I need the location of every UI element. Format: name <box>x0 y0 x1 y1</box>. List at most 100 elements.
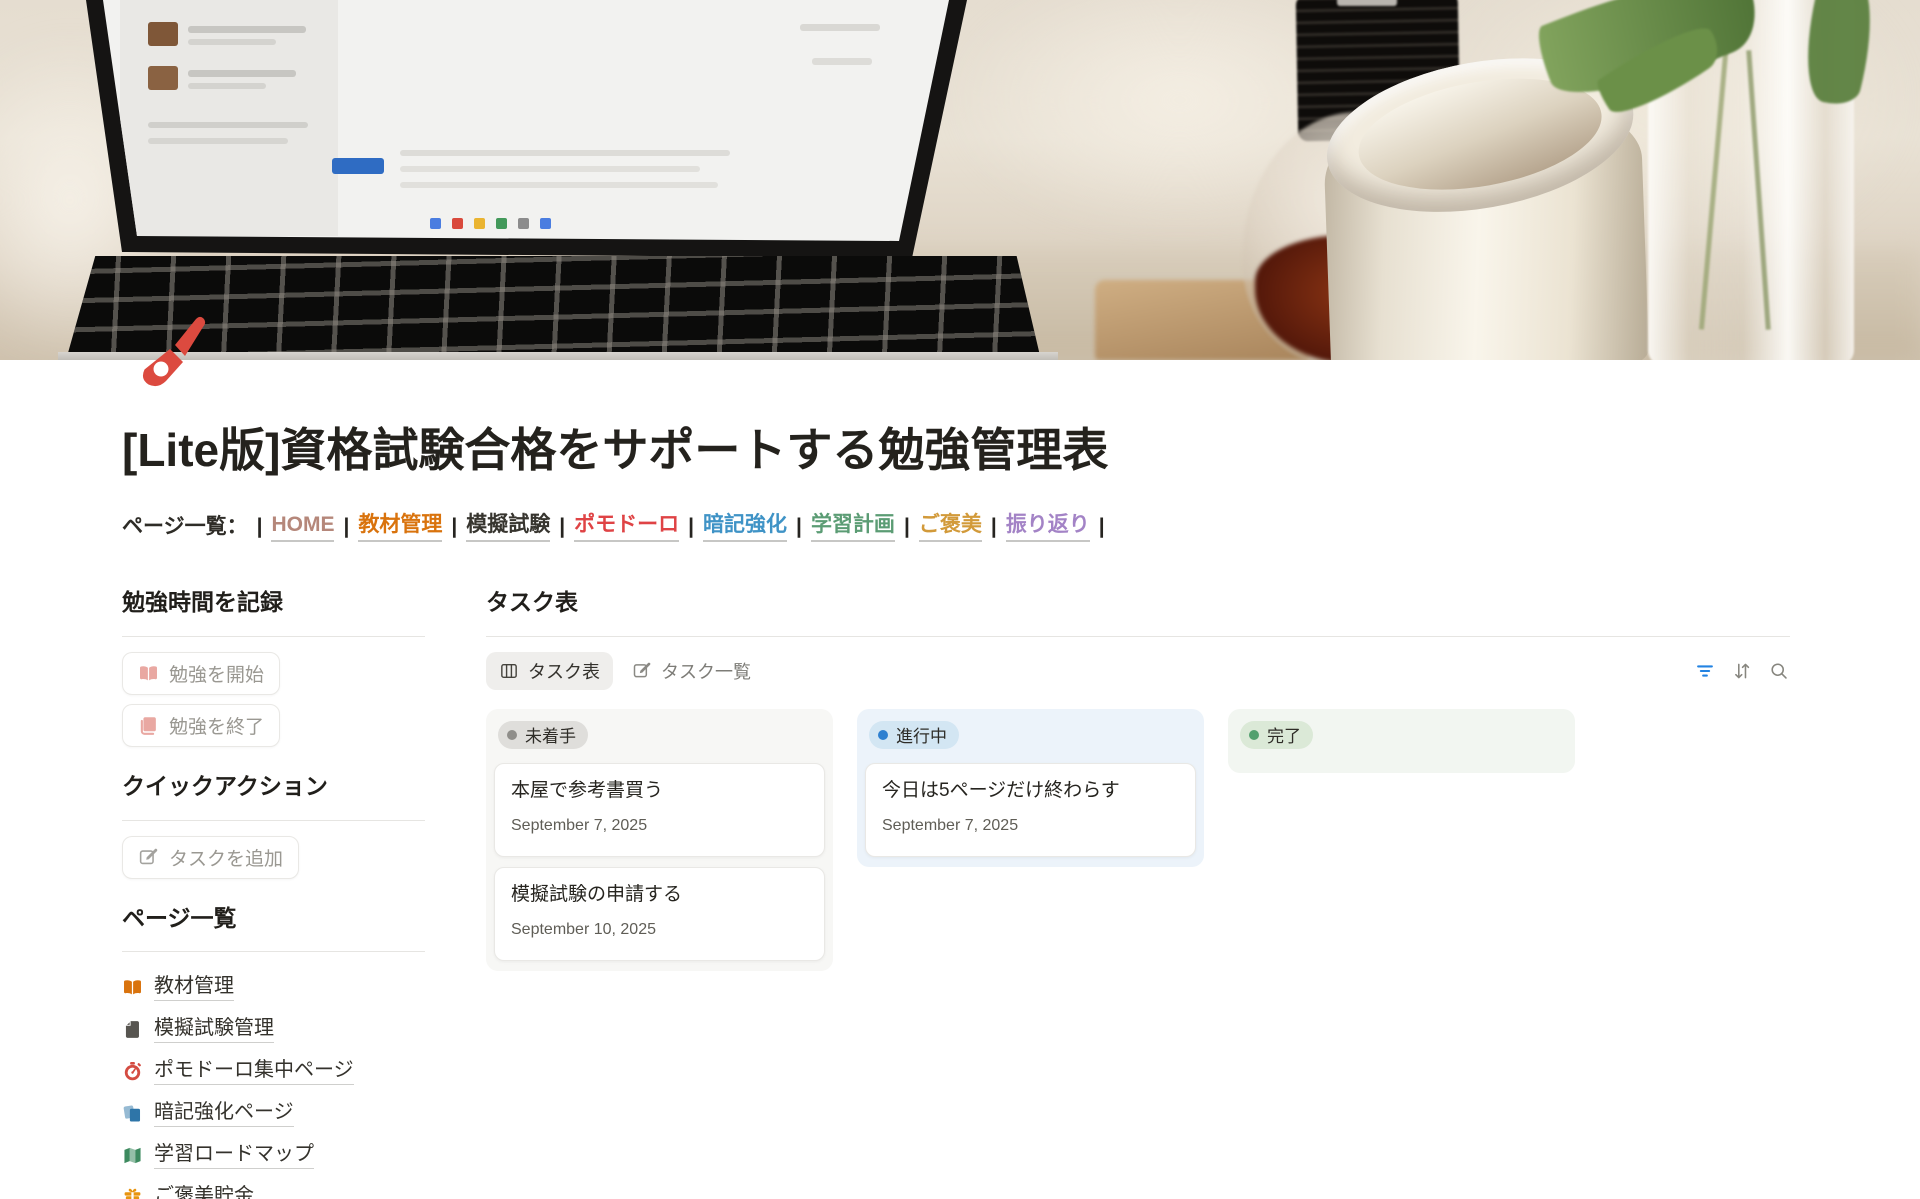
nav-link[interactable]: 模擬試験 <box>466 511 550 542</box>
button-label: 勉強を終了 <box>169 712 264 739</box>
status-pill[interactable]: 進行中 <box>869 721 959 749</box>
nav-link[interactable]: 振り返り <box>1006 511 1090 542</box>
nav-link[interactable]: 学習計画 <box>811 511 895 542</box>
page-link[interactable]: 学習ロードマップ <box>122 1134 425 1176</box>
toolbar-filter-icon[interactable] <box>1694 660 1716 682</box>
file-icon <box>122 1019 143 1040</box>
divider <box>122 636 425 637</box>
status-dot-icon <box>878 730 888 740</box>
action-button[interactable]: 勉強を開始 <box>122 652 280 695</box>
page-link-label: 教材管理 <box>154 973 234 1001</box>
page-list-section: ページ一覧 教材管理模擬試験管理ポモドーロ集中ページ暗記強化ページ学習ロードマッ… <box>122 904 425 1199</box>
task-card[interactable]: 今日は5ページだけ終わらす September 7, 2025 <box>865 763 1196 857</box>
compose-icon <box>632 661 652 681</box>
button-label: 勉強を開始 <box>169 660 264 687</box>
nav-prefix: ページ一覧： <box>122 513 248 541</box>
page-icon[interactable] <box>126 316 210 396</box>
card-stack: 今日は5ページだけ終わらす September 7, 2025 <box>865 763 1196 857</box>
view-tabbar: タスク表 タスク一覧 <box>486 650 1790 693</box>
task-title: 模擬試験の申請する <box>511 882 808 908</box>
status-label: 未着手 <box>525 722 576 747</box>
button-label: タスクを追加 <box>169 844 283 871</box>
nav-link[interactable]: ポモドーロ <box>574 511 679 542</box>
nav-separator: | <box>343 513 349 541</box>
divider <box>122 820 425 821</box>
status-pill[interactable]: 未着手 <box>498 721 588 749</box>
divider <box>486 636 1790 637</box>
divider <box>122 951 425 952</box>
nav-separator: | <box>559 513 565 541</box>
page-link-label: 学習ロードマップ <box>154 1141 314 1169</box>
toolbar-sort-icon[interactable] <box>1731 660 1753 682</box>
task-date: September 7, 2025 <box>882 817 1179 835</box>
search-icon <box>1768 660 1790 682</box>
status-dot-icon <box>507 730 517 740</box>
page-link[interactable]: 模擬試験管理 <box>122 1008 425 1050</box>
nav-separator: | <box>688 513 694 541</box>
page-title: [Lite版]資格試験合格をサポートする勉強管理表 <box>122 360 1790 478</box>
pen-nib-icon <box>126 316 210 396</box>
view-tab[interactable]: タスク一覧 <box>619 652 764 690</box>
board-column: 完了 <box>1228 709 1575 773</box>
status-pill[interactable]: 完了 <box>1240 721 1313 749</box>
cover-mug <box>1321 59 1649 360</box>
nav-link[interactable]: 教材管理 <box>358 511 442 542</box>
nav-separator: | <box>796 513 802 541</box>
cover-image[interactable] <box>0 0 1920 360</box>
task-card[interactable]: 本屋で参考書買う September 7, 2025 <box>494 763 825 857</box>
nav-separator: | <box>991 513 997 541</box>
task-date: September 7, 2025 <box>511 817 808 835</box>
nav-separator: | <box>257 513 263 541</box>
page-links-row: ページ一覧： | HOME | 教材管理 | 模擬試験 | ポモドーロ | 暗記強化 | 学習計画 | ご褒… <box>122 511 1790 542</box>
map-icon <box>122 1145 143 1166</box>
nav-link[interactable]: 暗記強化 <box>703 511 787 542</box>
page-content: [Lite版]資格試験合格をサポートする勉強管理表 ページ一覧： | HOME | 教材… <box>0 360 1920 1199</box>
nav-separator: | <box>1099 513 1105 541</box>
open-book-icon <box>138 663 159 684</box>
page-link[interactable]: 教材管理 <box>122 966 425 1008</box>
page-link[interactable]: ポモドーロ集中ページ <box>122 1050 425 1092</box>
nav-link[interactable]: ご褒美 <box>919 511 982 542</box>
board-column: 未着手本屋で参考書買う September 7, 2025 模擬試験の申請する Sep… <box>486 709 833 971</box>
toolbar-search-icon[interactable] <box>1768 660 1790 682</box>
left-column: 勉強時間を記録 勉強を開始勉強を終了 クイックアクション タスクを追加 ページ一… <box>122 588 425 1199</box>
tab-label: タスク一覧 <box>661 658 751 684</box>
page-link[interactable]: 暗記強化ページ <box>122 1092 425 1134</box>
card-stack: 本屋で参考書買う September 7, 2025 模擬試験の申請する Septem… <box>494 763 825 961</box>
quick-actions-section: クイックアクション タスクを追加 <box>122 772 425 879</box>
task-card[interactable]: 模擬試験の申請する September 10, 2025 <box>494 867 825 961</box>
task-title: 今日は5ページだけ終わらす <box>882 778 1179 804</box>
status-label: 進行中 <box>896 722 947 747</box>
tasks-section: タスク表 タスク表タスク一覧 未着手本屋で参考書買うSeptember 7, 2… <box>486 588 1790 1199</box>
view-tab[interactable]: タスク表 <box>486 652 613 690</box>
task-date: September 10, 2025 <box>511 921 808 939</box>
cards-icon <box>122 1103 143 1124</box>
filter-icon <box>1694 660 1716 682</box>
open-book-icon <box>122 977 143 998</box>
task-title: 本屋で参考書買う <box>511 778 808 804</box>
action-button[interactable]: 勉強を終了 <box>122 704 280 747</box>
action-button[interactable]: タスクを追加 <box>122 836 299 879</box>
study-time-section: 勉強時間を記録 勉強を開始勉強を終了 <box>122 588 425 747</box>
board-column: 進行中今日は5ページだけ終わらす September 7, 2025 <box>857 709 1204 867</box>
tab-label: タスク表 <box>528 658 600 684</box>
section-heading-study-time: 勉強時間を記録 <box>122 588 425 617</box>
sort-icon <box>1731 660 1753 682</box>
compose-icon <box>138 847 159 868</box>
section-heading-quick-actions: クイックアクション <box>122 772 425 801</box>
status-label: 完了 <box>1267 722 1301 747</box>
timer-icon <box>122 1061 143 1082</box>
page-link-label: 暗記強化ページ <box>154 1099 294 1127</box>
section-heading-tasks: タスク表 <box>486 588 1790 617</box>
page-link[interactable]: ご褒美貯金 <box>122 1176 425 1199</box>
closed-book-icon <box>138 715 159 736</box>
cover-laptop <box>0 0 1100 262</box>
board-view-icon <box>499 661 519 681</box>
kanban-board: 未着手本屋で参考書買う September 7, 2025 模擬試験の申請する Sep… <box>486 709 1790 971</box>
page-link-label: 模擬試験管理 <box>154 1015 274 1043</box>
page-link-label: ご褒美貯金 <box>154 1183 254 1199</box>
notion-page: [Lite版]資格試験合格をサポートする勉強管理表 ページ一覧： | HOME | 教材… <box>0 0 1920 1199</box>
cover-keyboard <box>66 256 1041 360</box>
page-link-label: ポモドーロ集中ページ <box>154 1057 354 1085</box>
nav-link[interactable]: HOME <box>271 511 334 542</box>
